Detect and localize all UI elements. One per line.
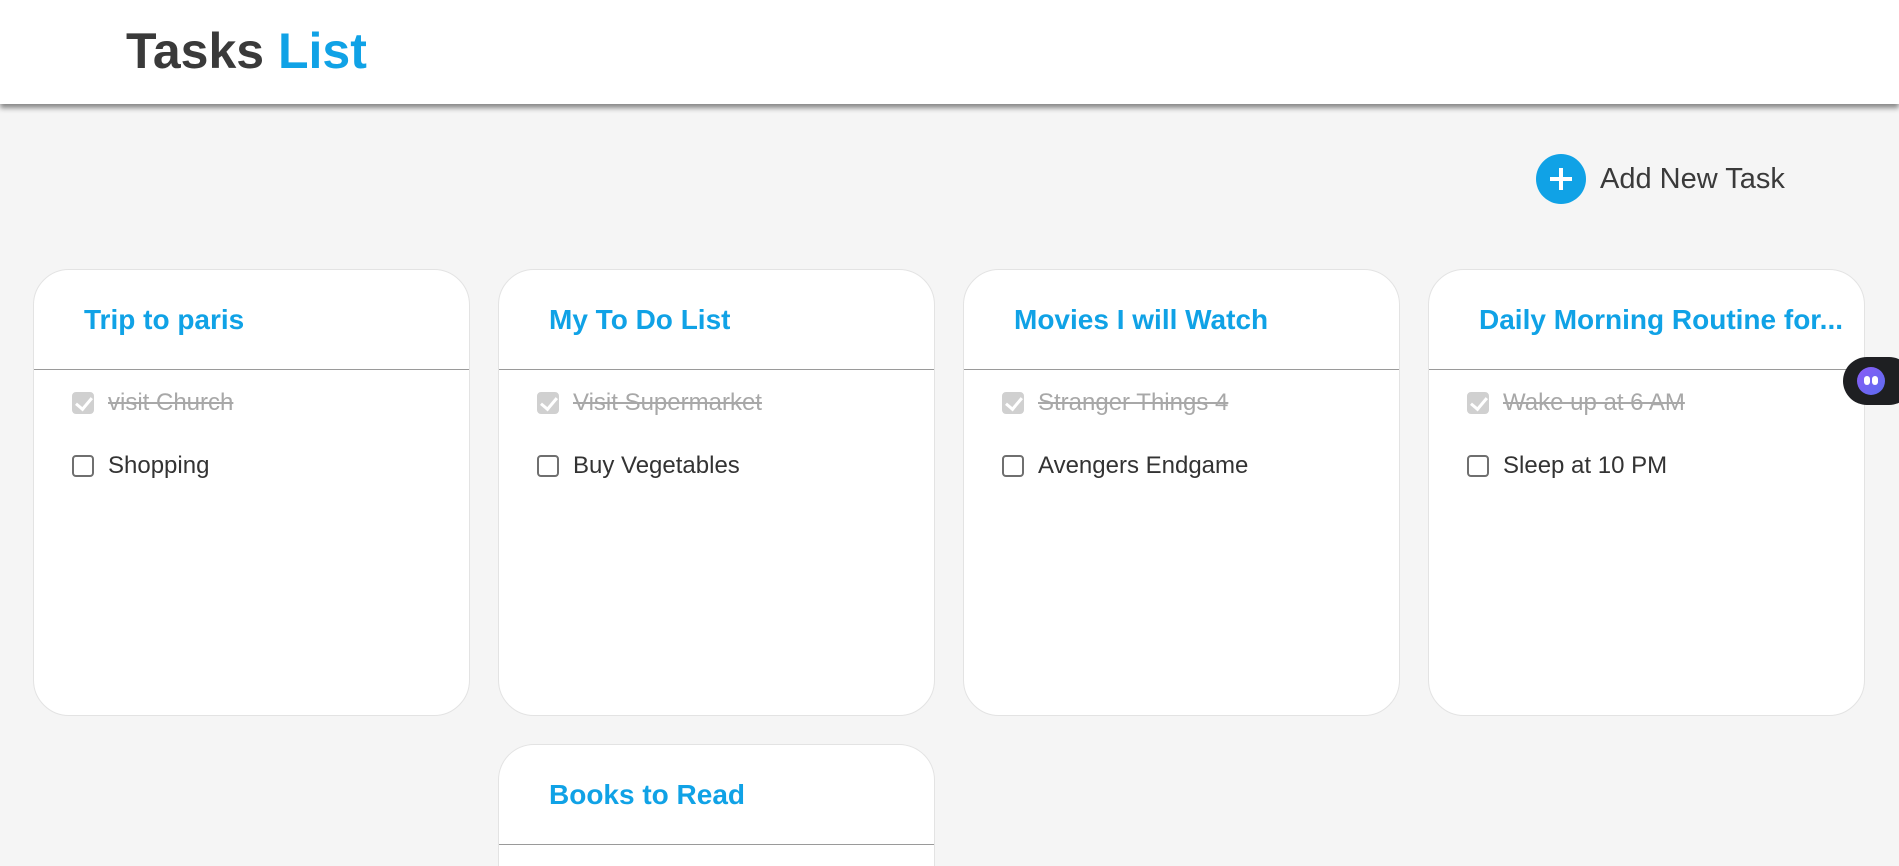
task-item: Shopping — [72, 452, 469, 479]
app-header: Tasks List — [0, 0, 1899, 104]
task-text: Buy Vegetables — [573, 452, 740, 479]
assistant-face-icon[interactable] — [1857, 367, 1885, 395]
card-header: Trip to paris — [34, 270, 469, 370]
task-list-card: My To Do List Visit Supermarket Buy Vege… — [498, 269, 935, 716]
task-item: Avengers Endgame — [1002, 452, 1399, 479]
card-title[interactable]: Trip to paris — [84, 304, 244, 336]
task-list-card: Trip to paris visit Church Shopping — [33, 269, 470, 716]
task-list-card: Daily Morning Routine for... Wake up at … — [1428, 269, 1865, 716]
task-checkbox[interactable] — [72, 455, 94, 477]
plus-icon[interactable] — [1536, 154, 1586, 204]
card-header: Daily Morning Routine for... — [1429, 270, 1864, 370]
task-item: Stranger Things 4 — [1002, 389, 1399, 416]
task-text: visit Church — [108, 389, 234, 416]
task-checkbox-checked[interactable] — [537, 392, 559, 414]
task-list-card: Books to Read — [498, 744, 935, 866]
assistant-widget-button[interactable] — [1843, 357, 1899, 405]
task-checkbox-checked[interactable] — [1467, 392, 1489, 414]
card-header: Books to Read — [499, 745, 934, 845]
app-title: Tasks List — [126, 22, 367, 80]
task-item: Sleep at 10 PM — [1467, 452, 1864, 479]
app-title-part1: Tasks — [126, 23, 265, 79]
task-text: Avengers Endgame — [1038, 452, 1249, 479]
task-item: Visit Supermarket — [537, 389, 934, 416]
task-list: Stranger Things 4 Avengers Endgame — [964, 370, 1399, 479]
card-title[interactable]: Books to Read — [549, 779, 745, 811]
task-checkbox[interactable] — [1467, 455, 1489, 477]
task-text: Stranger Things 4 — [1038, 389, 1229, 416]
task-list: visit Church Shopping — [34, 370, 469, 479]
card-title[interactable]: My To Do List — [549, 304, 730, 336]
task-list: Wake up at 6 AM Sleep at 10 PM — [1429, 370, 1864, 479]
add-new-task-button[interactable]: Add New Task — [1536, 154, 1785, 204]
task-checkbox[interactable] — [537, 455, 559, 477]
task-list-card: Movies I will Watch Stranger Things 4 Av… — [963, 269, 1400, 716]
task-item: Buy Vegetables — [537, 452, 934, 479]
task-text: Wake up at 6 AM — [1503, 389, 1685, 416]
task-list: Visit Supermarket Buy Vegetables — [499, 370, 934, 479]
app-title-part2: List — [277, 23, 367, 79]
card-title[interactable]: Movies I will Watch — [1014, 304, 1268, 336]
task-text: Shopping — [108, 452, 210, 479]
card-header: My To Do List — [499, 270, 934, 370]
task-checkbox[interactable] — [1002, 455, 1024, 477]
task-text: Visit Supermarket — [573, 389, 762, 416]
task-item: visit Church — [72, 389, 469, 416]
task-checkbox-checked[interactable] — [1002, 392, 1024, 414]
add-new-task-label[interactable]: Add New Task — [1600, 163, 1785, 196]
task-item: Wake up at 6 AM — [1467, 389, 1864, 416]
task-text: Sleep at 10 PM — [1503, 452, 1668, 479]
task-checkbox-checked[interactable] — [72, 392, 94, 414]
card-header: Movies I will Watch — [964, 270, 1399, 370]
card-title[interactable]: Daily Morning Routine for... — [1479, 304, 1843, 336]
